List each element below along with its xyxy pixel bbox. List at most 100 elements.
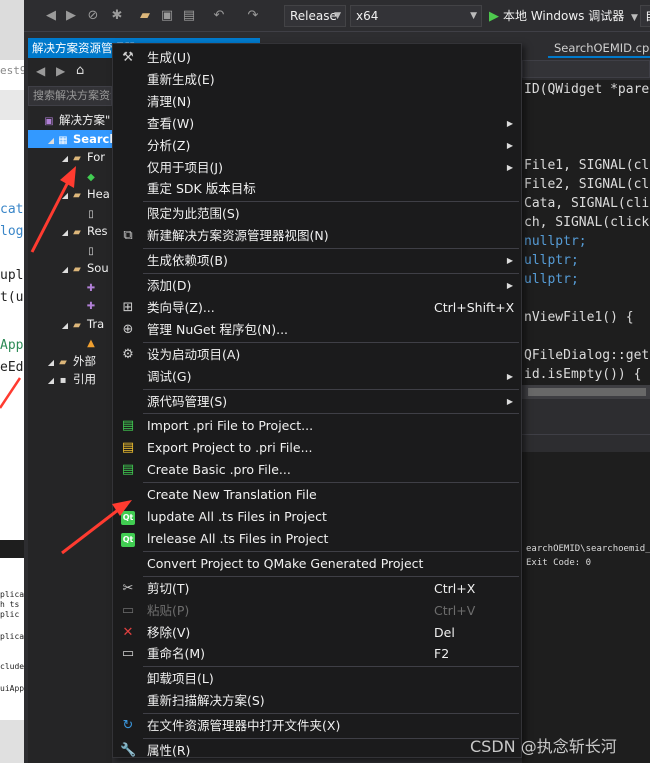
menu-item-3[interactable]: 查看(W) ▶ (114, 113, 521, 135)
platform-select[interactable]: x64 ▼ (350, 5, 482, 27)
redo-icon[interactable]: ↷ (244, 7, 262, 25)
home-icon[interactable]: ⌂ (76, 63, 84, 78)
menu-item-35[interactable]: ▭ 重命名(M) F2 (114, 643, 521, 665)
folder-icon: ▰ (73, 264, 81, 275)
tree-item[interactable]: ◢ ▰ 外部 (28, 352, 112, 370)
scrollbar-thumb[interactable] (528, 388, 646, 396)
configuration-select[interactable]: Release ▼ (284, 5, 346, 27)
menu-item-23[interactable]: ▤ Export Project to .pri File... (114, 437, 521, 459)
menu-separator (143, 413, 519, 415)
menu-item-label: Export Project to .pri File... (147, 440, 313, 456)
menu-item-28[interactable]: Qt lrelease All .ts Files in Project (114, 528, 521, 550)
remove-icon: ✕ (122, 624, 134, 640)
editor-horizontal-scrollbar[interactable] (522, 385, 650, 399)
expand-toggle-icon[interactable]: ◢ (60, 317, 70, 333)
menu-item-27[interactable]: Qt lupdate All .ts Files in Project (114, 506, 521, 528)
menu-item-6[interactable]: 重定 SDK 版本目标 (114, 178, 521, 200)
menu-item-4[interactable]: 分析(Z) ▶ (114, 135, 521, 157)
menu-item-1[interactable]: 重新生成(E) (114, 69, 521, 91)
ts-file-icon: ▲ (87, 338, 95, 349)
tree-item[interactable]: ▯ (28, 204, 112, 222)
expand-toggle-icon[interactable]: ◢ (60, 261, 70, 277)
start-debugging-button[interactable]: ▶ 本地 Windows 调试器 ▼ (489, 5, 638, 27)
save-icon[interactable]: ▣ (158, 7, 176, 25)
background-log-line: h ts (0, 600, 20, 609)
expand-toggle-icon[interactable]: ◢ (60, 187, 70, 203)
menu-item-30[interactable]: Convert Project to QMake Generated Proje… (114, 553, 521, 575)
menu-item-13[interactable]: 添加(D) ▶ (114, 275, 521, 297)
menu-item-18[interactable]: 调试(G) ▶ (114, 366, 521, 388)
menu-item-label: 在文件资源管理器中打开文件夹(X) (147, 718, 341, 734)
tree-item[interactable]: ◢▦ Search (28, 129, 112, 148)
new-project-icon[interactable]: ✱ (108, 7, 126, 25)
tree-item[interactable]: ◢ ▰ Sou (28, 259, 112, 277)
solution-explorer-search[interactable]: 搜索解决方案资源管 (28, 86, 112, 106)
background-block (0, 720, 24, 763)
menu-item-2[interactable]: 清理(N) (114, 91, 521, 113)
menu-item-34[interactable]: ✕ 移除(V) Del (114, 622, 521, 644)
tree-item[interactable]: ◆ (28, 167, 112, 185)
menu-item-label: 仅用于项目(J) (147, 159, 223, 175)
menu-item-11[interactable]: 生成依赖项(B) ▶ (114, 250, 521, 272)
menu-separator (143, 248, 519, 250)
code-editor[interactable]: ID(QWidget *pare File1, SIGNAL(cl File2, S… (522, 80, 650, 385)
menu-item-17[interactable]: ⚙ 设为启动项目(A) (114, 344, 521, 366)
menu-item-label: 重命名(M) (147, 646, 206, 662)
auto-select[interactable]: 自动 (640, 5, 650, 27)
expand-toggle-icon[interactable]: ◢ (46, 372, 56, 388)
editor-navigation-bar[interactable] (522, 60, 650, 78)
output-panel: earchOEMID\searchoemid_ Exit Code: 0 (522, 452, 650, 763)
expand-toggle-icon[interactable]: ◢ (60, 150, 70, 166)
qt-logo: Qt (121, 511, 135, 525)
tree-item[interactable]: ✚ (28, 296, 112, 314)
expand-toggle-icon[interactable]: ◢ (60, 224, 70, 240)
back-icon[interactable]: ◀ (42, 7, 60, 25)
forward-icon[interactable]: ▶ (62, 7, 80, 25)
tree-item[interactable]: ◢ ▰ Tra (28, 315, 112, 333)
menu-item-38[interactable]: 重新扫描解决方案(S) (114, 690, 521, 712)
cpp-file-icon: ✚ (86, 301, 96, 312)
menu-item-14[interactable]: ⊞ 类向导(Z)... Ctrl+Shift+X (114, 297, 521, 319)
undo-icon[interactable]: ↶ (210, 7, 228, 25)
menu-item-5[interactable]: 仅用于项目(J) ▶ (114, 157, 521, 179)
menu-item-37[interactable]: 卸载项目(L) (114, 668, 521, 690)
submenu-arrow-icon: ▶ (506, 140, 513, 150)
menu-item-15[interactable]: ⊕ 管理 NuGet 程序包(N)... (114, 319, 521, 341)
back-icon[interactable]: ◀ (36, 64, 45, 78)
stop-icon[interactable]: ⊘ (84, 7, 102, 25)
menu-item-40[interactable]: ↻ 在文件资源管理器中打开文件夹(X) (114, 715, 521, 737)
open-folder-icon[interactable]: ▰ (136, 7, 154, 25)
submenu-arrow-icon: ▶ (506, 396, 513, 406)
menu-item-label: 添加(D) (147, 278, 192, 293)
tree-item[interactable]: ◢ ▪ 引用 (28, 370, 112, 388)
menu-item-0[interactable]: ⚒ 生成(U) (114, 47, 521, 69)
tree-item[interactable]: ◢ ▰ Hea (28, 185, 112, 203)
tree-item[interactable]: ✚ (28, 278, 112, 296)
save-all-icon[interactable]: ▤ (180, 7, 198, 25)
menu-item-24[interactable]: ▤ Create Basic .pro File... (114, 459, 521, 481)
expand-toggle-icon[interactable]: ◢ (46, 132, 56, 148)
chevron-down-icon: ▼ (631, 13, 638, 23)
tree-item[interactable]: ▲ (28, 333, 112, 351)
menu-item-20[interactable]: 源代码管理(S) ▶ (114, 391, 521, 413)
expand-toggle-icon[interactable]: ◢ (46, 354, 56, 370)
menu-item-label: 剪切(T) (147, 580, 190, 596)
play-icon: ▶ (489, 9, 499, 24)
ui-file-icon: ◆ (87, 171, 95, 183)
menu-separator (143, 482, 519, 484)
forward-icon[interactable]: ▶ (56, 64, 65, 78)
tree-item[interactable]: ◢ ▰ Res (28, 222, 112, 240)
menu-item-26[interactable]: Create New Translation File (114, 484, 521, 506)
tree-item-label: 外部 (73, 353, 96, 368)
tree-item[interactable]: ▣ 解决方案" (28, 111, 112, 129)
submenu-arrow-icon: ▶ (506, 162, 513, 172)
tree-item[interactable]: ▯ (28, 241, 112, 259)
menu-item-9[interactable]: ⧉ 新建解决方案资源管理器视图(N) (114, 225, 521, 247)
menu-item-42[interactable]: 🔧 属性(R) (114, 740, 521, 762)
menu-item-22[interactable]: ▤ Import .pri File to Project... (114, 415, 521, 437)
project-context-menu: ⚒ 生成(U) 重新生成(E) 清理(N) 查看(W) ▶ 分析(Z) ▶ 仅用于项目(J) ▶ 重… (112, 43, 522, 758)
tab-searchoemid-cpp[interactable]: SearchOEMID.cpp (548, 38, 650, 58)
menu-item-8[interactable]: 限定为此范围(S) (114, 203, 521, 225)
tree-item[interactable]: ◢ ▰ For (28, 148, 112, 166)
menu-item-32[interactable]: ✂ 剪切(T) Ctrl+X (114, 578, 521, 600)
